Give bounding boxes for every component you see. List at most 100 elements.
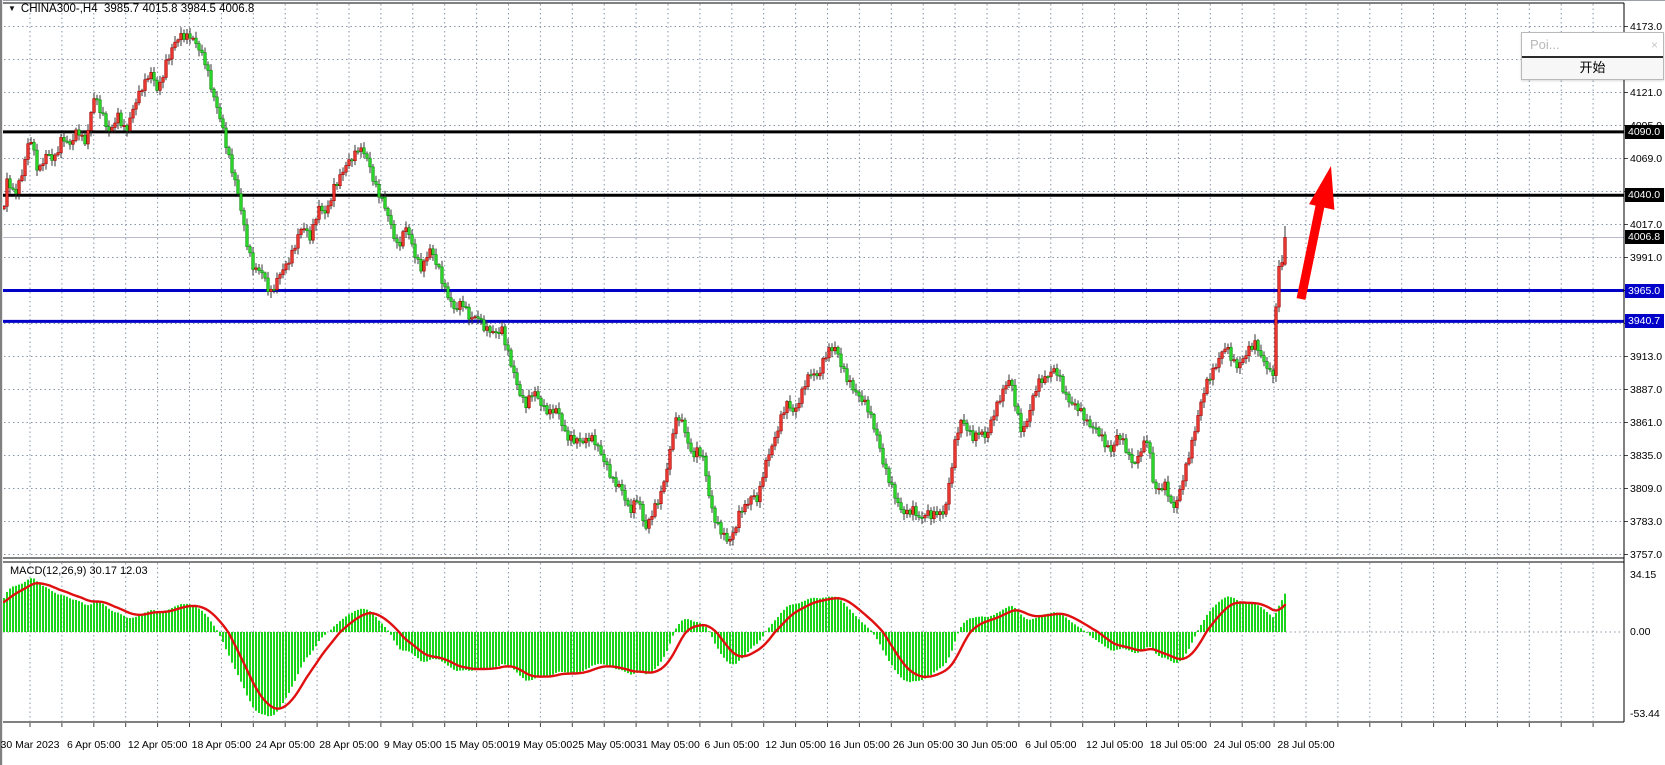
candle-bearish <box>1041 379 1044 383</box>
candle-bullish <box>1080 409 1083 411</box>
candle-bearish <box>1089 420 1092 427</box>
candle-bullish <box>1239 363 1242 368</box>
support-price-badge: 3965.0 <box>1625 284 1664 298</box>
candle-bullish <box>3 206 6 209</box>
candle-bullish <box>945 504 948 514</box>
price-axis-label: 3861.0 <box>1630 416 1664 430</box>
candle-bearish <box>831 348 834 351</box>
candle-bearish <box>816 374 819 376</box>
candle-bearish <box>630 505 633 513</box>
candle-bullish <box>90 112 93 130</box>
candle-bullish <box>39 166 42 170</box>
trading-app-window: ▼CHINA300-,H4 3985.7 4015.8 3984.5 4006.… <box>0 0 1665 765</box>
candle-bearish <box>609 465 612 478</box>
candle-bullish <box>864 400 867 402</box>
candle-bearish <box>210 70 213 89</box>
candle-bearish <box>714 508 717 522</box>
candle-bearish <box>1062 376 1065 392</box>
candle-bullish <box>1191 440 1194 458</box>
candle-bearish <box>636 501 639 502</box>
candle-bearish <box>1131 454 1134 462</box>
candle-bearish <box>306 229 309 231</box>
candle-bearish <box>63 137 66 141</box>
candle-bullish <box>81 135 84 136</box>
candle-bearish <box>477 317 480 319</box>
candle-bearish <box>1269 368 1272 369</box>
candle-bullish <box>912 507 915 515</box>
candle-bearish <box>483 320 486 331</box>
candle-bearish <box>1017 406 1020 413</box>
start-button[interactable]: 开始 <box>1522 56 1663 79</box>
candle-bullish <box>783 413 786 415</box>
candle-bearish <box>1263 356 1266 362</box>
time-axis-label: 25 May 05:00 <box>572 738 636 752</box>
candle-bearish <box>228 148 231 155</box>
window-top-edge <box>0 0 1665 1</box>
candle-bullish <box>345 166 348 173</box>
price-axis-label: 3887.0 <box>1630 383 1664 397</box>
candle-bullish <box>738 511 741 528</box>
arrow-shaft[interactable] <box>1301 206 1320 299</box>
candle-bullish <box>303 229 306 230</box>
candle-bullish <box>312 225 315 241</box>
candle-bearish <box>66 141 69 142</box>
candle-bearish <box>216 97 219 108</box>
candle-bullish <box>1032 396 1035 411</box>
candle-bearish <box>507 345 510 350</box>
candle-bearish <box>567 431 570 440</box>
candle-bullish <box>348 160 351 166</box>
candle-bullish <box>114 123 117 127</box>
candle-bullish <box>135 103 138 109</box>
candle-bullish <box>1029 410 1032 421</box>
candle-bullish <box>471 318 474 319</box>
candle-bearish <box>258 268 261 271</box>
candle-bearish <box>852 381 855 390</box>
chart-canvas[interactable] <box>0 0 1665 765</box>
candle-bullish <box>648 519 651 528</box>
time-axis-label: 16 Jun 05:00 <box>829 738 890 752</box>
arrow-head[interactable] <box>1309 166 1334 210</box>
price-axis-label: 3783.0 <box>1630 515 1664 529</box>
candle-bullish <box>459 301 462 309</box>
popup-close-icon[interactable]: × <box>1651 38 1658 52</box>
candle-bullish <box>528 396 531 408</box>
candle-bearish <box>1149 443 1152 453</box>
candle-bullish <box>1137 456 1140 463</box>
price-axis-label: 4069.0 <box>1630 152 1664 166</box>
candle-bearish <box>705 456 708 476</box>
candle-bullish <box>1248 346 1251 356</box>
candle-bullish <box>1050 372 1053 377</box>
symbol-dropdown-icon[interactable]: ▼ <box>8 4 16 13</box>
symbol-timeframe: CHINA300-,H4 <box>21 3 98 15</box>
candle-bullish <box>30 142 33 143</box>
candle-bullish <box>957 433 960 440</box>
candle-bullish <box>1281 263 1284 267</box>
candle-bearish <box>435 255 438 265</box>
price-axis-label: 3991.0 <box>1630 251 1664 265</box>
candle-bullish <box>1203 394 1206 402</box>
candle-bearish <box>687 433 690 444</box>
candle-bearish <box>642 504 645 520</box>
candle-bullish <box>786 401 789 412</box>
candle-bullish <box>159 82 162 90</box>
price-level-badge: 4090.0 <box>1625 125 1664 139</box>
price-level-badge: 4040.0 <box>1625 188 1664 202</box>
candle-bullish <box>960 420 963 433</box>
candle-bearish <box>915 507 918 516</box>
time-axis-label: 19 May 05:00 <box>509 738 573 752</box>
candle-bearish <box>537 392 540 399</box>
candle-bullish <box>111 127 114 130</box>
candle-bullish <box>486 327 489 331</box>
candle-bullish <box>759 486 762 502</box>
candle-bullish <box>1164 482 1167 490</box>
candle-bullish <box>948 483 951 504</box>
time-axis-label: 12 Jul 05:00 <box>1086 738 1143 752</box>
candle-bullish <box>180 33 183 39</box>
candle-bearish <box>468 307 471 319</box>
candle-bearish <box>678 418 681 420</box>
candle-bearish <box>378 184 381 197</box>
candle-bullish <box>147 79 150 80</box>
candle-bearish <box>120 113 123 126</box>
candle-bearish <box>873 414 876 429</box>
candle-bearish <box>366 154 369 158</box>
